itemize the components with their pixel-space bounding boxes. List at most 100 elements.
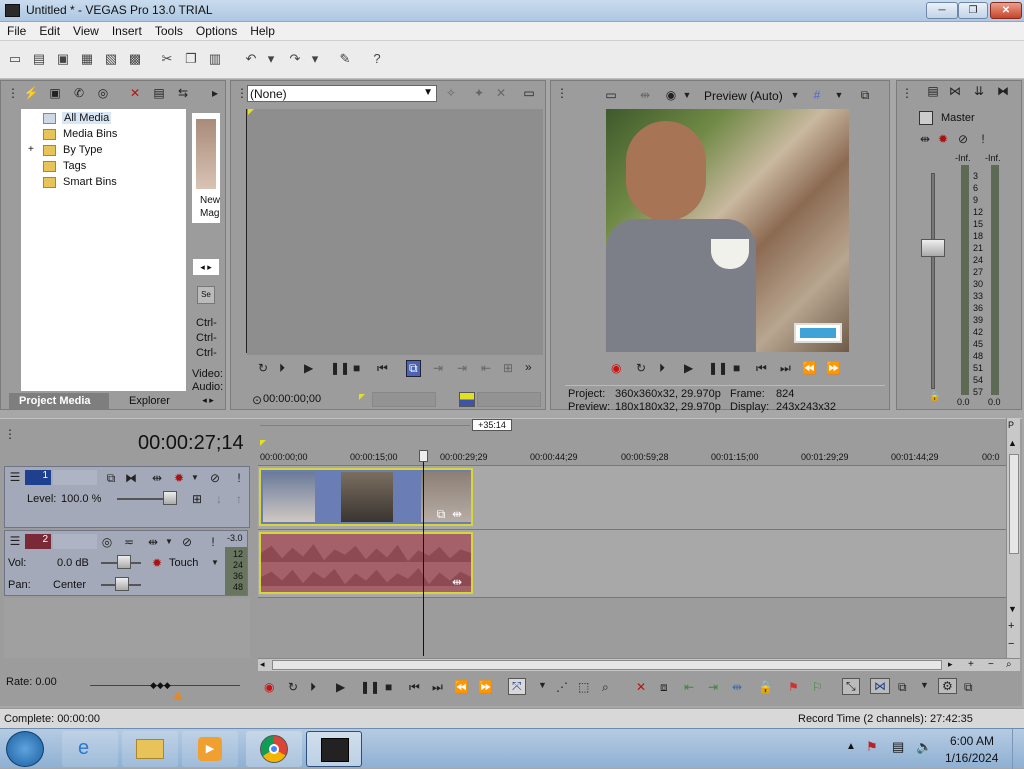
stop-icon[interactable]: ■ <box>733 361 740 375</box>
vol-slider-handle[interactable] <box>117 555 131 569</box>
clear-trimmer-icon[interactable]: ✕ <box>493 85 509 101</box>
move-up-icon[interactable]: ↑ <box>231 491 247 507</box>
solo-icon[interactable]: ! <box>231 470 247 486</box>
get-photo-icon[interactable]: ✆ <box>71 85 87 101</box>
level-slider-handle[interactable] <box>163 491 177 505</box>
snapping-icon[interactable]: ⧉ <box>898 680 907 695</box>
envelope-tool-icon[interactable]: ⋰ <box>556 680 568 694</box>
views-icon[interactable]: ▸ <box>207 85 223 101</box>
loop-icon[interactable]: ↻ <box>636 361 646 375</box>
loop-icon[interactable]: ↻ <box>258 361 268 375</box>
minimize-button[interactable]: ─ <box>926 2 958 19</box>
automation-icon[interactable]: ✹ <box>149 555 165 571</box>
overwrite-icon[interactable]: ⧉ <box>406 360 421 377</box>
scroll-left-icon[interactable]: ◂ <box>260 659 265 670</box>
trimmer-tool-2-icon[interactable]: ✦ <box>471 85 487 101</box>
split-screen-icon[interactable]: ⇹ <box>637 87 653 103</box>
render-icon[interactable]: ▧ <box>102 50 120 68</box>
menu-options[interactable]: Options <box>189 22 243 38</box>
video-event[interactable]: ⧉ ⇹ <box>259 468 473 526</box>
show-desktop-button[interactable] <box>1012 729 1024 769</box>
trimmer-monitor-icon[interactable]: ▭ <box>521 85 537 101</box>
pan-icon[interactable]: ⇹ <box>917 131 933 147</box>
pan-slider-handle[interactable] <box>115 577 129 591</box>
volume-icon[interactable]: 🔈 <box>916 739 932 755</box>
expand-by-type[interactable]: + <box>28 144 34 155</box>
trimmer-tool-1-icon[interactable]: ✧ <box>443 85 459 101</box>
snap-icon[interactable]: ⊞ <box>503 361 513 375</box>
next-frame-icon[interactable]: ⏩ <box>826 361 841 375</box>
vertical-scroll-thumb[interactable] <box>1009 454 1019 554</box>
chevron-down-icon[interactable]: ▼ <box>207 555 223 571</box>
insert-icon[interactable]: ⇥ <box>433 361 443 375</box>
new-icon[interactable]: ▭ <box>6 50 24 68</box>
move-down-icon[interactable]: ↓ <box>211 491 227 507</box>
timeline-vertical-scrollbar[interactable]: P ▲ ▼ + − <box>1006 418 1020 658</box>
menu-insert[interactable]: Insert <box>105 22 148 38</box>
record-icon[interactable]: ◉ <box>264 680 274 694</box>
chevron-down-icon[interactable]: ▼ <box>538 680 547 690</box>
open-icon[interactable]: ▤ <box>30 50 48 68</box>
scroll-down-icon[interactable]: ▼ <box>1008 604 1020 616</box>
menu-file[interactable]: File <box>0 22 32 38</box>
paste-icon[interactable]: ▥ <box>206 50 224 68</box>
maximize-button[interactable]: ❐ <box>958 2 988 19</box>
track-minimize-icon[interactable]: ☰ <box>7 533 23 549</box>
track-fx-icon[interactable]: ⇹ <box>145 534 161 550</box>
menu-edit[interactable]: Edit <box>32 22 66 38</box>
go-to-start-icon[interactable]: ⏮ <box>756 361 767 376</box>
chevron-down-icon[interactable]: ▼ <box>920 680 929 690</box>
split-icon[interactable]: ⇹ <box>732 680 742 694</box>
taskbar-vegas-pro[interactable] <box>306 731 362 767</box>
whats-this-help-icon[interactable]: ? <box>368 50 386 68</box>
video-track-header[interactable]: ☰ 1 ⧉ ⧓ ⇹ ✹ ▼ ⊘ ! Level: 100.0 % ⊞ ↓ ↑ <box>4 466 250 528</box>
automation-mode[interactable]: Touch <box>169 557 198 569</box>
stop-icon[interactable]: ■ <box>353 361 360 375</box>
playhead-cursor[interactable] <box>423 454 424 656</box>
lock-envelopes-icon[interactable]: ⚙ <box>938 678 957 694</box>
solo-icon[interactable]: ! <box>205 534 221 550</box>
add-to-timeline-icon[interactable]: ⇥ <box>457 361 467 375</box>
play-icon[interactable]: ▶ <box>336 680 345 694</box>
audio-event-fx-icon[interactable]: ⇹ <box>449 574 465 590</box>
audio-track-header[interactable]: ☰ 2 ◎ ≂ ⇹ ▼ ⊘ ! -3.0 Vol: 0.0 dB ✹ Touch… <box>4 530 248 596</box>
pause-icon[interactable]: ❚❚ <box>708 361 728 375</box>
stop-icon[interactable]: ■ <box>385 680 392 694</box>
audio-track-name[interactable] <box>53 534 97 549</box>
import-media-icon[interactable]: ⚡ <box>23 85 39 101</box>
go-to-end-icon[interactable]: ⏭ <box>780 361 791 376</box>
media-properties-icon[interactable]: ▤ <box>151 85 167 101</box>
capture-icon[interactable]: ▣ <box>47 85 63 101</box>
undo-icon[interactable]: ↶ <box>242 50 260 68</box>
menu-view[interactable]: View <box>66 22 105 38</box>
action-center-icon[interactable]: ⚑ <box>866 739 878 755</box>
taskbar-media-player[interactable]: ▶ <box>182 731 238 767</box>
rate-slider-handle[interactable]: ◆◆◆ <box>150 680 174 690</box>
trimmer-media-dropdown[interactable]: (None) ▼ <box>247 85 437 102</box>
tree-item-smart-bins[interactable]: Smart Bins <box>63 176 117 188</box>
preview-quality-dropdown[interactable]: Preview (Auto) <box>704 89 783 103</box>
cut-icon[interactable]: ✂ <box>158 50 176 68</box>
redo-dropdown-icon[interactable]: ▾ <box>306 50 324 68</box>
snap-icon[interactable]: P <box>1008 420 1020 432</box>
network-icon[interactable]: ▤ <box>892 739 904 755</box>
trimmer-out-field[interactable] <box>477 392 541 407</box>
redo-icon[interactable]: ↷ <box>286 50 304 68</box>
media-fx-icon[interactable]: ⇆ <box>175 85 191 101</box>
tree-item-tags[interactable]: Tags <box>63 160 86 172</box>
mute-icon[interactable]: ⊘ <box>179 534 195 550</box>
solo-icon[interactable]: ! <box>975 131 991 147</box>
composite-mode-icon[interactable]: ⧉ <box>103 470 119 486</box>
menu-help[interactable]: Help <box>243 22 281 38</box>
event-fx-icon[interactable]: ⇹ <box>449 506 465 522</box>
auto-ripple-icon[interactable]: ⤡ <box>842 678 860 695</box>
zoom-out-icon[interactable]: − <box>988 659 994 670</box>
prev-frame-icon[interactable]: ⏪ <box>454 680 469 694</box>
preview-fx-icon[interactable]: ◉ <box>663 87 679 103</box>
insert-region-icon[interactable]: ⚐ <box>812 680 823 694</box>
master-fader-handle[interactable] <box>921 239 945 257</box>
delete-icon[interactable]: ✕ <box>636 680 646 694</box>
tree-item-all-media[interactable]: All Media <box>62 112 112 124</box>
arm-record-icon[interactable]: ◎ <box>99 534 115 550</box>
lock-faders-icon[interactable]: ⧓ <box>995 83 1011 99</box>
